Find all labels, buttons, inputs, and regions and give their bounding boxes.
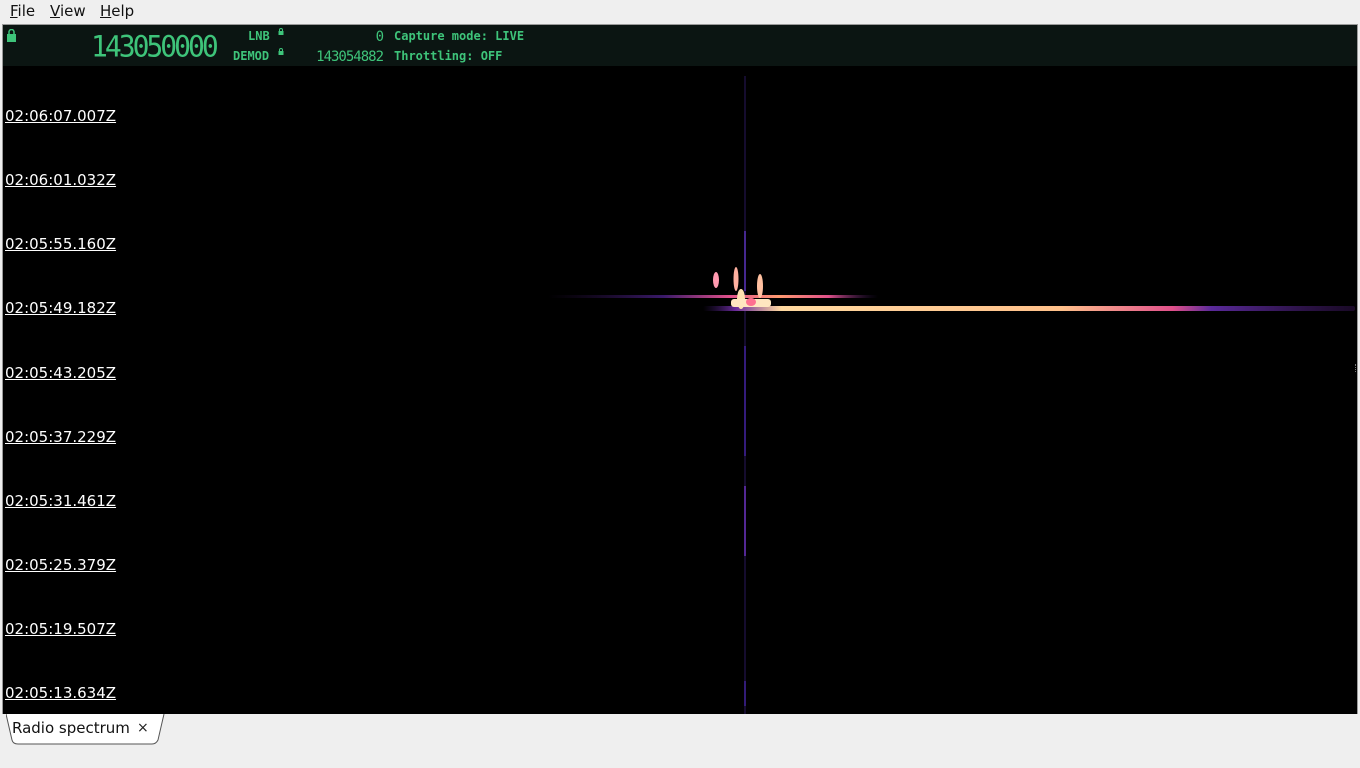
lock-icon[interactable] bbox=[6, 29, 17, 42]
signal-spike bbox=[733, 267, 739, 291]
menu-file[interactable]: File bbox=[6, 1, 39, 21]
main-frequency-display[interactable]: 143050000 bbox=[91, 30, 219, 64]
waterfall-display[interactable] bbox=[3, 66, 1357, 715]
timestamp-label[interactable]: 02:05:49.182Z bbox=[5, 299, 116, 317]
lnb-lock-icon[interactable] bbox=[278, 28, 284, 35]
timestamp-label[interactable]: 02:05:55.160Z bbox=[5, 235, 116, 253]
timestamp-label[interactable]: 02:05:13.634Z bbox=[5, 684, 116, 702]
signal-spike bbox=[757, 274, 763, 298]
timestamp-label[interactable]: 02:05:19.507Z bbox=[5, 620, 116, 638]
tab-label: Radio spectrum bbox=[12, 719, 130, 737]
carrier-trace bbox=[744, 231, 746, 291]
timestamp-label[interactable]: 02:06:07.007Z bbox=[5, 107, 116, 125]
signal-spike bbox=[746, 298, 756, 306]
frequency-status-bar: 143050000 LNB 0 DEMOD 143054882 Capture … bbox=[3, 25, 1357, 66]
menu-help[interactable]: Help bbox=[96, 1, 138, 21]
menu-bar: File View Help bbox=[0, 0, 1360, 22]
tab-radio-spectrum[interactable]: Radio spectrum × bbox=[6, 714, 165, 745]
carrier-trace bbox=[744, 346, 746, 456]
menu-view[interactable]: View bbox=[46, 1, 90, 21]
demod-lock-icon[interactable] bbox=[278, 48, 284, 55]
timestamp-label[interactable]: 02:05:43.205Z bbox=[5, 364, 116, 382]
timestamp-label[interactable]: 02:06:01.032Z bbox=[5, 171, 116, 189]
lnb-value[interactable]: 0 bbox=[303, 29, 384, 45]
timestamp-label[interactable]: 02:05:31.461Z bbox=[5, 492, 116, 510]
lnb-label: LNB bbox=[248, 29, 270, 43]
spectrum-view[interactable]: 143050000 LNB 0 DEMOD 143054882 Capture … bbox=[2, 24, 1358, 716]
demod-value[interactable]: 143054882 bbox=[303, 49, 384, 65]
tab-bar: Radio spectrum × bbox=[0, 714, 1360, 768]
signal-burst-main bbox=[703, 306, 1355, 311]
carrier-trace bbox=[744, 486, 746, 556]
signal-burst-upper bbox=[548, 295, 878, 298]
carrier-trace bbox=[744, 681, 746, 706]
demod-label: DEMOD bbox=[233, 49, 270, 63]
throttling-status: Throttling: OFF bbox=[394, 49, 503, 63]
close-icon[interactable]: × bbox=[137, 719, 149, 737]
signal-spike bbox=[713, 272, 719, 288]
timestamp-label[interactable]: 02:05:37.229Z bbox=[5, 428, 116, 446]
capture-mode-status: Capture mode: LIVE bbox=[394, 29, 525, 43]
timestamp-label[interactable]: 02:05:25.379Z bbox=[5, 556, 116, 574]
resize-handle[interactable] bbox=[1355, 364, 1359, 372]
